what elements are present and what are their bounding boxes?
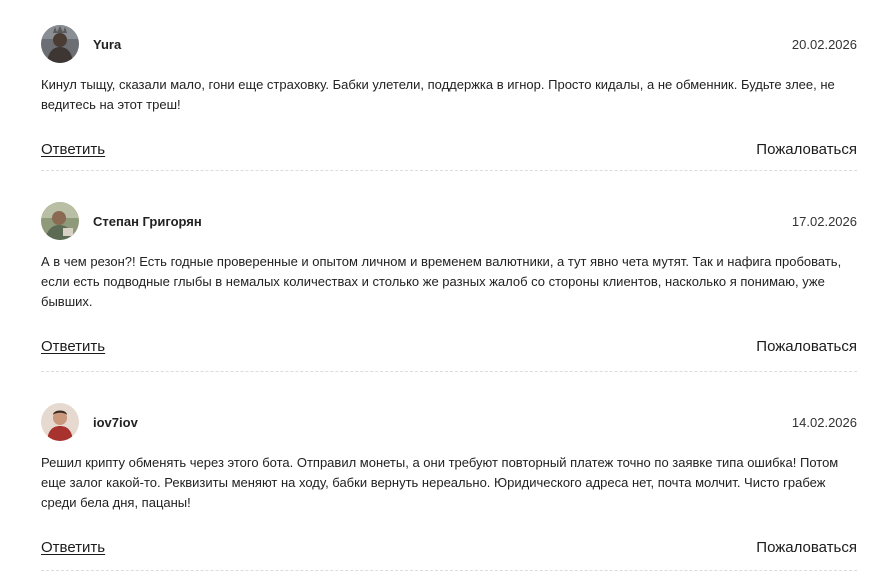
report-link[interactable]: Пожаловаться xyxy=(756,338,857,355)
comment-text: А в чем резон?! Есть годные проверенные … xyxy=(41,254,842,309)
comment-date: 14.02.2026 xyxy=(791,414,857,430)
comment-item: Степан Григорян 17.02.2026 А в чем резон… xyxy=(41,201,857,372)
user-avatar-icon[interactable] xyxy=(41,202,79,240)
comment-item: Yura 20.02.2026 Кинул тыщу, сказали мало… xyxy=(41,24,857,171)
comment-header: iov7iov 14.02.2026 xyxy=(41,402,857,442)
comment-actions: Ответить Пожаловаться xyxy=(41,537,857,557)
comment-author: Степан Григорян xyxy=(93,213,202,229)
reply-link[interactable]: Ответить xyxy=(41,539,105,556)
user-avatar-icon[interactable] xyxy=(41,403,79,441)
user-avatar-icon[interactable] xyxy=(41,25,79,63)
report-link[interactable]: Пожаловаться xyxy=(756,539,857,556)
comment-author: iov7iov xyxy=(93,414,138,430)
comment-actions: Ответить Пожаловаться xyxy=(41,336,857,356)
comment-date: 17.02.2026 xyxy=(791,213,857,229)
comment-header: Yura 20.02.2026 xyxy=(41,24,857,64)
reply-link[interactable]: Ответить xyxy=(41,141,105,158)
comment-text: Решил крипту обменять через этого бота. … xyxy=(41,455,839,510)
comment-actions: Ответить Пожаловаться xyxy=(41,139,857,159)
report-link[interactable]: Пожаловаться xyxy=(756,141,857,158)
comments-list: Yura 20.02.2026 Кинул тыщу, сказали мало… xyxy=(41,24,857,571)
comment-header: Степан Григорян 17.02.2026 xyxy=(41,201,857,241)
comment-item: iov7iov 14.02.2026 Решил крипту обменять… xyxy=(41,402,857,571)
comment-author: Yura xyxy=(93,36,122,52)
reply-link[interactable]: Ответить xyxy=(41,338,105,355)
comment-text: Кинул тыщу, сказали мало, гони еще страх… xyxy=(41,77,835,112)
comment-date: 20.02.2026 xyxy=(791,36,857,52)
